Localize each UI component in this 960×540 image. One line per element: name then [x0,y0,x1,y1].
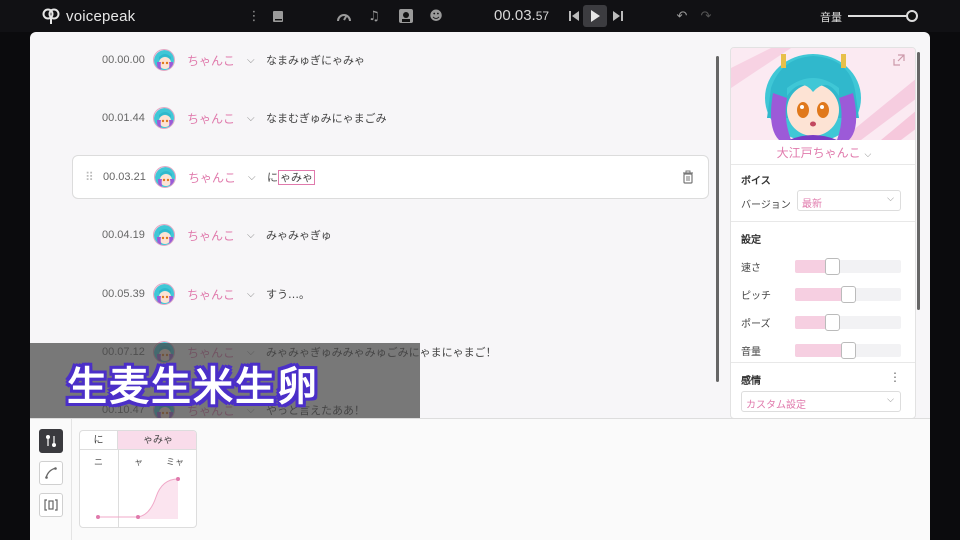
chevron-down-icon: ⌵ [887,194,894,204]
character-icon[interactable] [398,8,414,24]
parameter-slider[interactable] [795,314,901,331]
row-time: 00.00.00 [102,54,145,66]
script-row[interactable]: 00.00.00 ちゃんこ ⌵ なまみゅぎにゃみゃ [72,38,709,82]
skip-back-icon[interactable] [566,8,582,24]
chevron-down-icon[interactable]: ⌵ [247,230,255,241]
phoneme-card: に ゃみゃ ニ ャ ミャ [79,430,197,528]
bracket-icon [44,499,58,511]
play-button[interactable] [583,5,607,27]
speaker-name[interactable]: ちゃんこ [188,169,236,186]
speedometer-icon[interactable] [336,8,352,24]
book-icon[interactable] [270,8,286,24]
emotion-menu-icon[interactable]: ⋮ [889,370,901,384]
settings-scrollbar[interactable] [917,52,920,310]
chevron-down-icon: ⌵ [887,395,894,405]
character-portrait [731,48,915,140]
volume-slider-knob[interactable] [906,10,918,22]
drag-handle-icon[interactable]: ⠿ [85,170,94,184]
playback-time: 00.03.57 [494,7,550,24]
row-text-input[interactable]: なまむぎゅみにゃまごみ [266,110,387,126]
row-text-input[interactable]: みゃみゃぎゅ [266,227,332,243]
length-tool[interactable] [39,493,63,517]
top-toolbar: voicepeak ⋮ ♫ ☻ 00.03.57 ↶ ↷ 音量 [0,0,960,32]
parameter-slider[interactable] [795,258,901,275]
settings-section-title: 設定 [741,235,761,246]
slider-knob[interactable] [841,286,856,303]
undo-icon[interactable]: ↶ [674,8,690,24]
slider-label: 速さ [741,263,761,274]
script-row[interactable]: 00.01.44 ちゃんこ ⌵ なまむぎゅみにゃまごみ [72,96,709,140]
avatar[interactable] [153,49,175,71]
emotion-section-title: 感情 [741,376,761,387]
chevron-down-icon[interactable]: ⌵ [247,55,255,66]
version-select[interactable]: 最新 ⌵ [797,190,901,211]
avatar[interactable] [153,283,175,305]
expand-icon[interactable] [893,54,905,66]
voicepeak-logo-icon [42,8,60,24]
phoneme-editor: に ゃみゃ ニ ャ ミャ [30,418,930,540]
row-text-input[interactable]: すう…。 [266,286,310,302]
speaker-name[interactable]: ちゃんこ [187,286,235,303]
avatar[interactable] [154,166,176,188]
slider-knob[interactable] [841,342,856,359]
text-selection: ゃみゃ [278,170,315,185]
voicepeak-window: voicepeak ⋮ ♫ ☻ 00.03.57 ↶ ↷ 音量 00.00.00 [0,0,960,540]
chevron-down-icon[interactable]: ⌵ [247,289,255,300]
speaker-name[interactable]: ちゃんこ [187,227,235,244]
row-text-input[interactable]: にゃみゃ [267,169,315,185]
pen-curve-icon [45,467,57,479]
music-note-icon[interactable]: ♫ [366,8,382,24]
avatar[interactable] [153,107,175,129]
subtitle-text: 生麦生米生卵 [67,364,319,410]
main-panel: 00.00.00 ちゃんこ ⌵ なまみゅぎにゃみゃ 00.01.44 ちゃんこ ⌵ なまむぎゅ… [30,32,930,540]
node-icon [46,435,56,447]
skip-forward-icon[interactable] [610,8,626,24]
slider-label: ポーズ [741,319,771,330]
trash-icon[interactable] [681,170,695,184]
script-list-scrollbar[interactable] [716,56,719,382]
parameter-slider[interactable] [795,342,901,359]
script-row[interactable]: 00.04.19 ちゃんこ ⌵ みゃみゃぎゅ [72,213,709,257]
app-name: voicepeak [66,7,136,25]
avatar[interactable] [153,224,175,246]
kebab-menu-icon[interactable]: ⋮ [246,8,262,24]
slider-knob[interactable] [825,258,841,275]
pitch-curve[interactable] [80,467,197,528]
parameter-slider[interactable] [795,286,901,303]
version-label: バージョン [741,200,791,211]
script-row[interactable]: ⠿ 00.03.21 ちゃんこ ⌵ にゃみゃ [72,155,709,199]
script-row[interactable]: 00.05.39 ちゃんこ ⌵ すう…。 [72,272,709,316]
syllable-tab[interactable]: に [80,431,118,450]
app-logo: voicepeak [42,7,135,25]
row-time: 00.03.21 [103,171,146,183]
curve-tool[interactable] [39,461,63,485]
voice-section-title: ボイス [741,176,771,187]
emotion-select[interactable]: カスタム設定 ⌵ [741,391,901,412]
redo-icon[interactable]: ↷ [698,8,714,24]
emotion-face-icon[interactable]: ☻ [428,8,444,24]
chevron-down-icon[interactable]: ⌵ [248,172,256,183]
slider-label: 音量 [741,347,761,358]
row-time: 00.05.39 [102,288,145,300]
volume-slider-track[interactable] [848,15,912,17]
voice-settings-panel: 大江戸ちゃんこ ⌵ ボイス バージョン 最新 ⌵ 設定 速さピッチポーズ音量 感情… [730,47,916,419]
volume-label: 音量 [820,11,842,24]
speaker-name[interactable]: ちゃんこ [187,52,235,69]
slider-knob[interactable] [825,314,841,331]
character-selector[interactable]: 大江戸ちゃんこ ⌵ [731,144,915,161]
row-time: 00.01.44 [102,112,145,124]
editor-tools [30,419,72,540]
node-edit-tool[interactable] [39,429,63,453]
chevron-down-icon[interactable]: ⌵ [247,113,255,124]
syllable-tab[interactable]: ゃみゃ [118,431,196,450]
speaker-name[interactable]: ちゃんこ [187,110,235,127]
play-icon [591,10,600,22]
row-time: 00.04.19 [102,229,145,241]
row-text-input[interactable]: なまみゅぎにゃみゃ [266,52,365,68]
slider-label: ピッチ [741,291,771,302]
